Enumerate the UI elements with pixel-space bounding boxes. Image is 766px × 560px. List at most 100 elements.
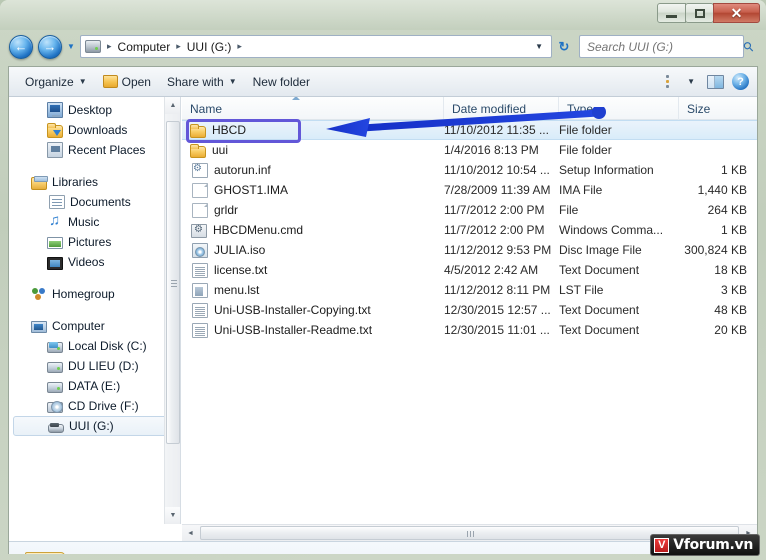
sidebar-scroll-thumb[interactable] bbox=[166, 121, 180, 444]
organize-button[interactable]: Organize ▼ bbox=[17, 71, 95, 93]
breadcrumb-separator[interactable]: ▸ bbox=[103, 41, 116, 52]
file-name-cell[interactable]: uui bbox=[182, 143, 444, 158]
sidebar-item-cd-drive-f[interactable]: CD Drive (F:) bbox=[9, 396, 180, 416]
table-row[interactable]: uui 1/4/2016 8:13 PM File folder bbox=[182, 140, 757, 160]
table-row[interactable]: license.txt 4/5/2012 2:42 AM Text Docume… bbox=[182, 260, 757, 280]
scroll-down-arrow-icon[interactable]: ▼ bbox=[165, 507, 180, 524]
address-bar[interactable]: ▸ Computer ▸ UUI (G:) ▸ ▼ bbox=[80, 35, 552, 58]
breadcrumb-computer[interactable]: Computer bbox=[116, 40, 173, 54]
sidebar-group-spacer bbox=[9, 272, 180, 284]
scroll-left-arrow-icon[interactable]: ◄ bbox=[182, 525, 199, 542]
file-list-pane: Name Date modified Type Size HBCD 11/10/… bbox=[182, 97, 757, 524]
desktop-icon bbox=[47, 102, 63, 118]
new-folder-button[interactable]: New folder bbox=[245, 71, 318, 93]
table-row[interactable]: grldr 11/7/2012 2:00 PM File 264 KB bbox=[182, 200, 757, 220]
sidebar-item-documents[interactable]: Documents bbox=[9, 192, 180, 212]
sidebar-item-du-lieu-d[interactable]: DU LIEU (D:) bbox=[9, 356, 180, 376]
table-row[interactable]: Uni-USB-Installer-Copying.txt 12/30/2015… bbox=[182, 300, 757, 320]
search-box[interactable]: ⚲ bbox=[579, 35, 757, 58]
sidebar-item-label: Videos bbox=[68, 255, 105, 269]
search-input[interactable] bbox=[587, 39, 744, 54]
new-folder-label: New folder bbox=[252, 74, 310, 89]
open-button[interactable]: Open bbox=[95, 71, 159, 93]
file-type-cell: IMA File bbox=[559, 183, 603, 197]
sidebar-item-computer[interactable]: Computer bbox=[9, 316, 180, 336]
sidebar-item-uui-g[interactable]: UUI (G:) bbox=[13, 416, 174, 436]
sidebar-item-downloads[interactable]: Downloads bbox=[9, 120, 180, 140]
scroll-up-arrow-icon[interactable]: ▲ bbox=[165, 97, 180, 114]
file-name-cell[interactable]: HBCDMenu.cmd bbox=[182, 223, 444, 238]
breadcrumb-separator[interactable]: ▸ bbox=[172, 41, 185, 52]
sidebar-item-label: Local Disk (C:) bbox=[68, 339, 147, 353]
file-name-cell[interactable]: autorun.inf bbox=[182, 162, 444, 178]
sidebar-item-homegroup[interactable]: Homegroup bbox=[9, 284, 180, 304]
sidebar-item-label: Pictures bbox=[68, 235, 112, 249]
music-icon bbox=[47, 212, 63, 230]
recent-pages-dropdown[interactable]: ▼ bbox=[64, 35, 78, 59]
table-row[interactable]: Uni-USB-Installer-Readme.txt 12/30/2015 … bbox=[182, 320, 757, 340]
share-with-label: Share with bbox=[166, 74, 224, 89]
table-row[interactable]: HBCD 11/10/2012 11:35 ... File folder bbox=[182, 107, 757, 143]
preview-pane-icon[interactable] bbox=[707, 74, 724, 89]
forward-button[interactable]: → bbox=[38, 34, 62, 59]
sidebar-item-label: Documents bbox=[70, 195, 131, 209]
minimize-button[interactable] bbox=[657, 3, 686, 23]
sidebar-item-recent-places[interactable]: Recent Places bbox=[9, 140, 180, 160]
file-type-cell: Text Document bbox=[559, 303, 640, 317]
file-type-cell: Windows Comma... bbox=[559, 223, 664, 237]
window-controls: ✕ bbox=[657, 3, 760, 23]
file-size-cell: 264 KB bbox=[707, 203, 747, 217]
sidebar-group-spacer bbox=[9, 304, 180, 316]
column-header-date-modified[interactable]: Date modified bbox=[444, 97, 559, 120]
sidebar-item-desktop[interactable]: Desktop bbox=[9, 100, 180, 120]
close-button[interactable]: ✕ bbox=[713, 3, 760, 23]
sidebar-scrollbar[interactable]: ▲ ▼ bbox=[164, 97, 180, 524]
file-name-cell[interactable]: JULIA.iso bbox=[182, 242, 444, 258]
sidebar-item-data-e[interactable]: DATA (E:) bbox=[9, 376, 180, 396]
change-view-button[interactable]: ▼ bbox=[658, 71, 703, 93]
back-button[interactable]: ← bbox=[9, 34, 33, 59]
column-header-type[interactable]: Type bbox=[559, 97, 679, 120]
sidebar-item-videos[interactable]: Videos bbox=[9, 252, 180, 272]
breadcrumb-separator[interactable]: ▸ bbox=[233, 41, 246, 52]
sidebar-item-pictures[interactable]: Pictures bbox=[9, 232, 180, 252]
maximize-button[interactable] bbox=[685, 3, 714, 23]
title-bar[interactable]: ✕ bbox=[0, 0, 766, 30]
watermark: V Vforum.vn bbox=[650, 534, 760, 556]
file-name-cell[interactable]: Uni-USB-Installer-Readme.txt bbox=[182, 322, 444, 338]
sidebar-item-label: Homegroup bbox=[52, 287, 115, 301]
file-date-cell: 11/12/2012 9:53 PM bbox=[444, 243, 552, 257]
generic-file-icon bbox=[192, 202, 208, 218]
column-header-name[interactable]: Name bbox=[182, 97, 444, 120]
file-name-cell[interactable]: grldr bbox=[182, 202, 444, 218]
refresh-button[interactable]: ↻ bbox=[553, 35, 575, 58]
address-dropdown-icon[interactable]: ▼ bbox=[529, 42, 549, 51]
sidebar-item-libraries[interactable]: Libraries bbox=[9, 172, 180, 192]
hard-drive-icon bbox=[47, 382, 63, 393]
sidebar-item-music[interactable]: Music bbox=[9, 212, 180, 232]
table-row[interactable]: HBCDMenu.cmd 11/7/2012 2:00 PM Windows C… bbox=[182, 220, 757, 240]
file-date-cell: 11/7/2012 2:00 PM bbox=[444, 203, 545, 217]
table-row[interactable]: autorun.inf 11/10/2012 10:54 ... Setup I… bbox=[182, 160, 757, 180]
file-type-cell: File bbox=[559, 203, 579, 217]
file-name-cell[interactable]: Uni-USB-Installer-Copying.txt bbox=[182, 302, 444, 318]
table-row[interactable]: JULIA.iso 11/12/2012 9:53 PM Disc Image … bbox=[182, 240, 757, 260]
sidebar-item-label: Computer bbox=[52, 319, 105, 333]
table-row[interactable]: menu.lst 11/12/2012 8:11 PM LST File 3 K… bbox=[182, 280, 757, 300]
watermark-badge-icon: V bbox=[654, 537, 670, 553]
file-name-cell[interactable]: menu.lst bbox=[182, 282, 444, 298]
help-icon[interactable]: ? bbox=[732, 73, 749, 90]
command-script-icon bbox=[191, 223, 207, 238]
file-name-cell[interactable]: HBCD bbox=[182, 123, 444, 138]
views-list-icon bbox=[666, 74, 682, 89]
file-name-cell[interactable]: GHOST1.IMA bbox=[182, 182, 444, 198]
file-rows: HBCD 11/10/2012 11:35 ... File folder uu… bbox=[182, 107, 757, 340]
share-with-button[interactable]: Share with ▼ bbox=[159, 71, 245, 93]
file-name: autorun.inf bbox=[214, 163, 271, 177]
column-header-size[interactable]: Size bbox=[679, 97, 757, 120]
sidebar-item-local-disk-c[interactable]: Local Disk (C:) bbox=[9, 336, 180, 356]
file-name-cell[interactable]: license.txt bbox=[182, 262, 444, 278]
table-row[interactable]: GHOST1.IMA 7/28/2009 11:39 AM IMA File 1… bbox=[182, 180, 757, 200]
breadcrumb-uui-g[interactable]: UUI (G:) bbox=[185, 40, 234, 54]
sidebar-item-label: DU LIEU (D:) bbox=[68, 359, 139, 373]
